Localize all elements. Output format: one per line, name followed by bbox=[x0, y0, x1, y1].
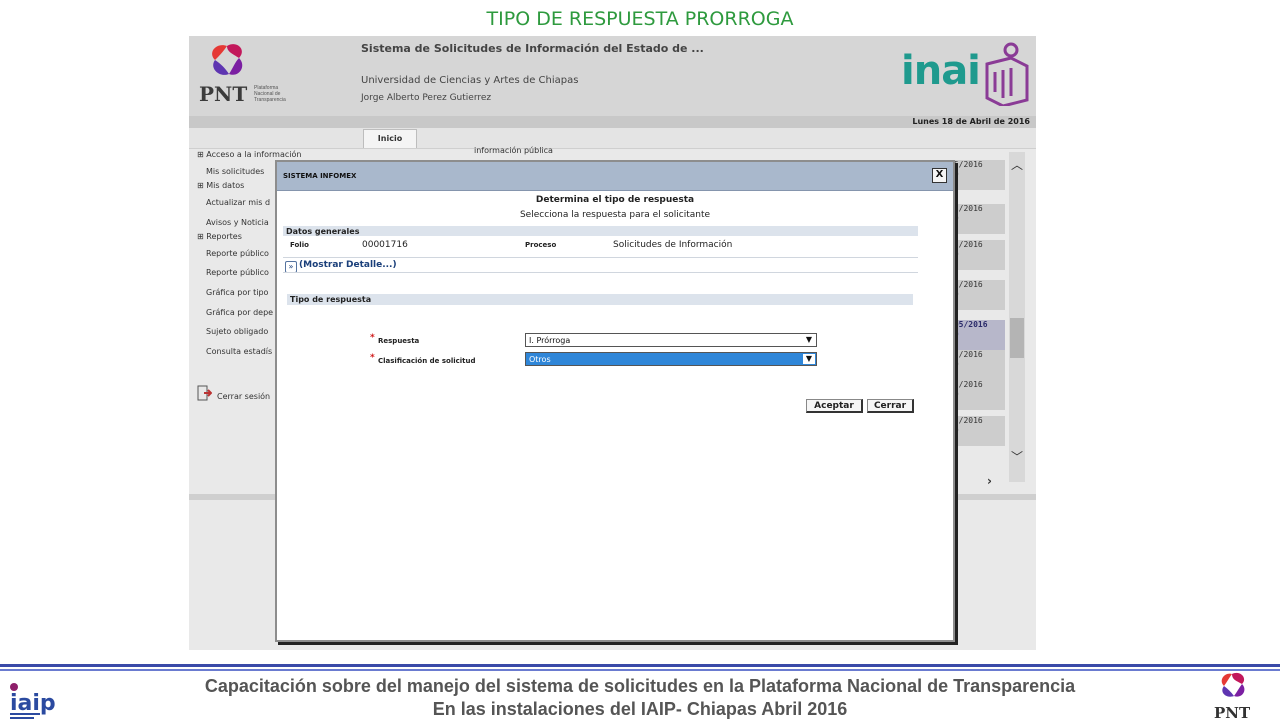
required-mark: * bbox=[370, 353, 375, 363]
sidebar-item-reportes[interactable]: ⊞ Reportes bbox=[197, 232, 242, 241]
sidebar-item-grafica-tipo[interactable]: Gráfica por tipo bbox=[206, 288, 268, 297]
cerrar-button[interactable]: Cerrar bbox=[867, 399, 914, 413]
infomex-dialog: SISTEMA INFOMEX X Determina el tipo de r… bbox=[275, 160, 955, 642]
aceptar-button[interactable]: Aceptar bbox=[806, 399, 863, 413]
respuesta-select[interactable]: I. Prórroga ▼ bbox=[525, 333, 817, 347]
logout-link[interactable]: Cerrar sesión bbox=[217, 392, 270, 401]
date-cell: 05/201659 bbox=[949, 240, 1005, 270]
sidebar-item-reporte-publico-2[interactable]: Reporte público bbox=[206, 268, 269, 277]
section-tipo-respuesta: Tipo de respuesta bbox=[287, 294, 913, 305]
sidebar-item-mis-solicitudes[interactable]: Mis solicitudes bbox=[206, 167, 264, 176]
current-date: Lunes 18 de Abril de 2016 bbox=[912, 117, 1030, 126]
slide-title: TIPO DE RESPUESTA PRORROGA bbox=[486, 8, 794, 30]
institution-name: Universidad de Ciencias y Artes de Chiap… bbox=[361, 75, 579, 86]
user-name: Jorge Alberto Perez Gutierrez bbox=[361, 93, 492, 103]
tab-inicio[interactable]: Inicio bbox=[363, 129, 417, 148]
dialog-subheading: Selecciona la respuesta para el solicita… bbox=[519, 210, 711, 220]
dialog-header bbox=[277, 162, 953, 191]
folio-label: Folio bbox=[290, 241, 309, 249]
date-cell: 05/201659 bbox=[949, 350, 1005, 380]
date-cell: 05/201659 bbox=[949, 160, 1005, 190]
scroll-down-icon[interactable]: ﹀ bbox=[1011, 448, 1023, 465]
dialog-heading: Determina el tipo de respuesta bbox=[535, 195, 695, 205]
date-cell: 05/201659 bbox=[949, 416, 1005, 446]
footer-rule-secondary bbox=[0, 669, 1280, 671]
sidebar-item-sujeto-obligado[interactable]: Sujeto obligado bbox=[206, 327, 268, 336]
sidebar-item-reporte-publico-1[interactable]: Reporte público bbox=[206, 249, 269, 258]
clasificacion-label: Clasificación de solicitud bbox=[378, 357, 476, 365]
close-button[interactable]: X bbox=[932, 168, 947, 183]
svg-text:PNT: PNT bbox=[1214, 704, 1251, 720]
pnt-logo-text: PNT bbox=[199, 82, 248, 106]
clasificacion-select[interactable]: Otros ▼ bbox=[525, 352, 817, 366]
proceso-label: Proceso bbox=[525, 241, 557, 249]
scroll-up-icon[interactable]: ︿ bbox=[1011, 156, 1023, 173]
date-cell: 05/201659 bbox=[949, 204, 1005, 234]
proceso-value: Solicitudes de Información bbox=[613, 240, 733, 250]
date-cell: 05/201659 bbox=[949, 280, 1005, 310]
chevron-down-icon: ▼ bbox=[803, 354, 815, 364]
sidebar-item-acceso[interactable]: ⊞ Acceso a la información bbox=[197, 150, 301, 159]
footer-line-1: Capacitación sobre del manejo del sistem… bbox=[204, 676, 1076, 696]
folio-value: 00001716 bbox=[362, 240, 408, 250]
required-mark: * bbox=[370, 333, 375, 343]
inai-logo: inai bbox=[901, 48, 981, 94]
pnt-footer-logo-icon: PNT bbox=[1214, 672, 1251, 720]
background-text: información pública bbox=[474, 146, 553, 155]
sidebar-item-grafica-depe[interactable]: Gráfica por depe bbox=[206, 308, 273, 317]
inai-book-icon bbox=[985, 42, 1029, 106]
sidebar-item-consulta[interactable]: Consulta estadís bbox=[206, 347, 272, 356]
tab-bar bbox=[189, 128, 1036, 149]
clasificacion-value: Otros bbox=[529, 355, 551, 364]
system-title: Sistema de Solicitudes de Información de… bbox=[361, 42, 704, 55]
footer-line-2: En las instalaciones del IAIP- Chiapas A… bbox=[432, 699, 848, 719]
logout-icon[interactable] bbox=[196, 385, 212, 401]
date-bar bbox=[189, 116, 1036, 128]
date-cell-highlighted: /05/201659 bbox=[949, 320, 1005, 350]
scrollbar-thumb[interactable] bbox=[1010, 318, 1024, 358]
pnt-logo-subtitle: Plataforma Nacional de Transparencia bbox=[254, 85, 286, 103]
sidebar-item-avisos[interactable]: Avisos y Noticia bbox=[206, 218, 269, 227]
sidebar-item-mis-datos[interactable]: ⊞ Mis datos bbox=[197, 181, 244, 190]
scroll-right-icon[interactable]: › bbox=[987, 474, 992, 488]
footer-rule bbox=[0, 664, 1280, 667]
date-column: 05/201659 05/201659 05/201659 05/201659 … bbox=[949, 154, 1005, 484]
mostrar-detalle-link[interactable]: (Mostrar Detalle...) bbox=[299, 260, 397, 270]
divider bbox=[283, 257, 918, 258]
respuesta-value: I. Prórroga bbox=[529, 336, 571, 345]
dialog-title: SISTEMA INFOMEX bbox=[283, 172, 357, 180]
respuesta-label: Respuesta bbox=[378, 337, 420, 345]
chevron-down-icon: ▼ bbox=[803, 335, 815, 345]
divider bbox=[283, 272, 918, 273]
sidebar-item-actualizar[interactable]: Actualizar mis d bbox=[206, 198, 270, 207]
section-datos-generales: Datos generales bbox=[283, 226, 918, 236]
date-cell: 05/201659 bbox=[949, 380, 1005, 410]
vertical-scrollbar[interactable] bbox=[1009, 152, 1025, 482]
